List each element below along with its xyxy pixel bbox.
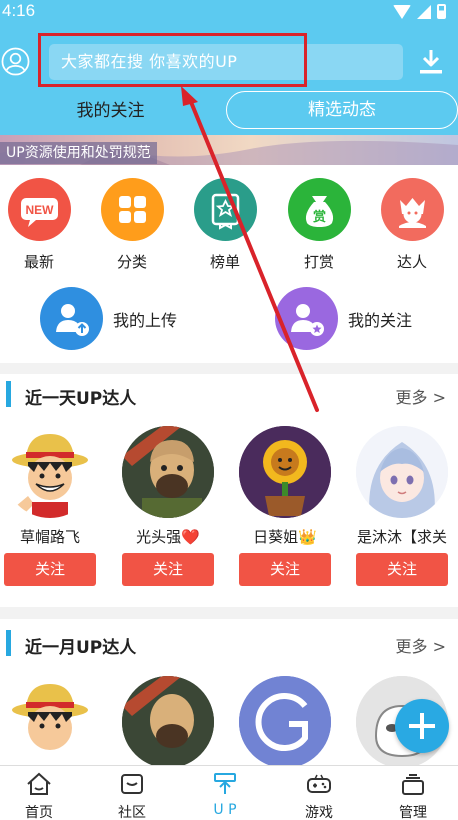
up-avatar[interactable] [356,426,448,518]
up-card[interactable]: 是沐沐【求关 关注 [356,426,448,586]
up-card[interactable]: 日葵姐👑 关注 [239,426,331,586]
nav-up[interactable]: U P [190,766,260,820]
my-follow-icon [275,287,338,350]
category-label: 我的关注 [348,310,413,330]
banner-text: UP资源使用和处罚规范 [0,142,157,164]
signal-icon [417,4,431,19]
tab-featured[interactable]: 精选动态 [226,91,458,129]
up-avatar[interactable] [4,676,96,765]
up-name: 日葵姐👑 [253,528,317,546]
up-avatar[interactable] [4,426,96,518]
up-avatar[interactable] [122,676,214,765]
gamepad-icon [307,774,331,793]
nav-label: 管理 [399,805,427,820]
section-month-up-experts: 近一月UP达人 更多 > [0,619,458,765]
category-my-follow[interactable]: 我的关注 [275,287,412,350]
manage-icon [402,774,424,795]
svg-text:赏: 赏 [312,209,325,225]
category-reward[interactable]: 赏 打赏 [279,178,359,272]
category-label: 打赏 [303,253,334,271]
section-title: 近一月UP达人 [25,638,137,658]
luffy-avatar-image [12,684,88,750]
up-avatar[interactable] [239,676,331,765]
my-upload-icon [40,287,103,350]
nav-home[interactable]: 首页 [4,766,74,820]
category-latest[interactable]: NEW 最新 [0,178,79,272]
gaskeep-logo-avatar-image [239,676,331,765]
home-icon [27,772,51,795]
more-link[interactable]: 更多 > [396,384,447,408]
battery-icon [437,4,446,19]
category-label: 分类 [116,253,147,271]
up-avatar[interactable] [239,426,331,518]
svg-text:NEW: NEW [25,203,54,217]
category-label: 最新 [23,253,54,271]
status-time: 4:16 [2,1,36,20]
anime-girl-avatar-image [356,426,448,518]
user-avatar-icon[interactable] [1,47,30,76]
bottom-nav: 首页 社区 U P 游戏 管理 [0,765,458,820]
follow-button[interactable]: 关注 [356,553,448,586]
up-card[interactable]: 草帽路飞 关注 [4,426,96,586]
category-grid: NEW 最新 分类 榜单 赏 打赏 达人 我的上传 我的关注 [0,165,458,363]
up-card[interactable] [239,676,331,765]
follow-button[interactable]: 关注 [239,553,331,586]
bald-man-avatar-image [122,676,214,765]
up-card[interactable]: 光头强❤️ 关注 [122,426,214,586]
up-card[interactable] [122,676,214,765]
luffy-avatar-image [12,434,88,518]
expert-icon [380,178,444,241]
nav-label: 社区 [118,805,146,820]
nav-games[interactable]: 游戏 [284,766,354,820]
follow-button[interactable]: 关注 [4,553,96,586]
nav-label: 游戏 [305,805,333,820]
up-icon [214,773,236,794]
up-name: 是沐沐【求关 [356,528,447,546]
up-card[interactable] [4,676,96,765]
search-highlight-box [38,33,307,87]
status-icons [393,4,446,19]
new-badge-icon: NEW [7,178,71,241]
more-link[interactable]: 更多 > [396,633,447,657]
grid-icon [100,178,164,241]
section-title: 近一天UP达人 [25,389,137,409]
category-ranking[interactable]: 榜单 [185,178,265,272]
follow-button[interactable]: 关注 [122,553,214,586]
up-avatar[interactable] [122,426,214,518]
category-classify[interactable]: 分类 [92,178,172,272]
nav-manage[interactable]: 管理 [378,766,448,820]
status-bar: 4:16 [0,0,458,26]
sunflower-avatar-image [239,426,331,518]
tab-my-follow[interactable]: 我的关注 [38,95,183,127]
category-my-upload[interactable]: 我的上传 [40,287,177,350]
top-header: 4:16 大家都在搜 你喜欢的UP 我的关注 精选动态 [0,0,458,135]
nav-community[interactable]: 社区 [97,766,167,820]
ranking-icon [193,178,257,241]
bald-man-avatar-image [122,426,214,518]
section-accent-bar [6,381,11,407]
community-icon [121,774,143,794]
download-icon[interactable] [419,48,443,76]
nav-label: 首页 [25,805,53,820]
reward-bag-icon: 赏 [287,178,351,241]
category-label: 榜单 [209,253,240,271]
up-name: 光头强❤️ [136,528,200,546]
section-day-up-experts: 近一天UP达人 更多 > 草帽路飞 关注 光头强❤️ 关注 日葵姐👑 关注 是沐… [0,374,458,607]
rules-banner[interactable]: UP资源使用和处罚规范 [0,135,458,165]
nav-label: U P [213,802,237,818]
category-label: 达人 [396,253,427,271]
category-expert[interactable]: 达人 [372,178,452,272]
category-label: 我的上传 [113,310,178,330]
add-button[interactable] [395,699,449,753]
section-accent-bar [6,630,11,656]
up-name: 草帽路飞 [19,528,80,546]
wifi-icon [393,4,411,19]
